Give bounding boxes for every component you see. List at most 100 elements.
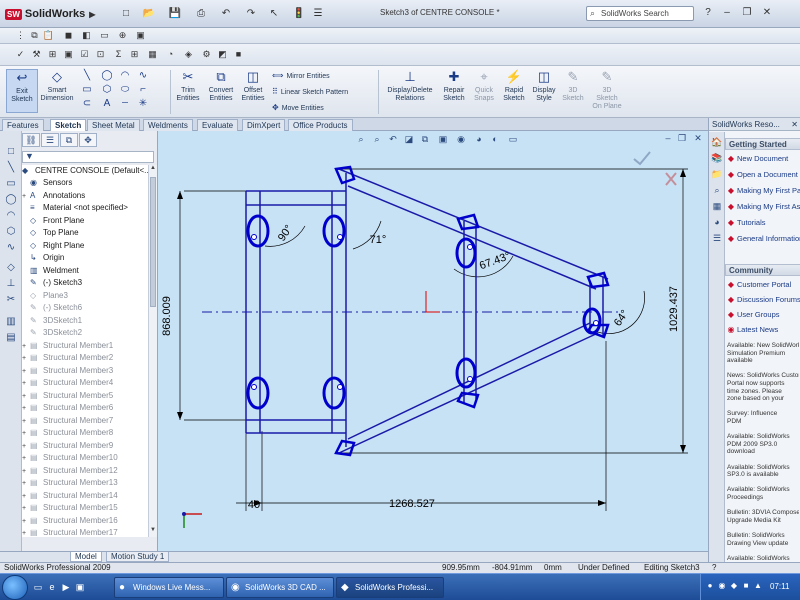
tab-dimxpert[interactable]: DimXpert bbox=[242, 119, 286, 131]
tree-expand-icon[interactable]: + bbox=[22, 391, 30, 403]
scroll-down-icon[interactable]: ▼ bbox=[149, 527, 157, 536]
tree-expand-icon[interactable]: + bbox=[22, 366, 30, 378]
dimension-tool-icon[interactable]: ◇ bbox=[4, 261, 18, 275]
relation-tool-icon[interactable]: ⊥ bbox=[4, 277, 18, 291]
tree-item[interactable]: + ▤ Structural Member4 bbox=[22, 377, 113, 389]
tree-item[interactable]: + ▤ Structural Member3 bbox=[22, 365, 113, 377]
polygon-tool-icon[interactable]: ⬡ bbox=[4, 225, 18, 239]
feature-manager-tab-icon[interactable]: ⛓ bbox=[22, 133, 40, 147]
exit-sketch-button[interactable]: ↩ Exit Sketch bbox=[6, 69, 38, 113]
dimension-angle-67[interactable]: 67.43° bbox=[478, 250, 512, 272]
media-icon[interactable]: ▶ bbox=[60, 581, 72, 593]
tree-expand-icon[interactable]: + bbox=[22, 378, 30, 390]
drawing-icon[interactable]: ▭ bbox=[98, 29, 111, 42]
circle-tool-icon[interactable]: ◯ bbox=[4, 193, 18, 207]
news-line[interactable]: zone based on your bbox=[727, 395, 799, 403]
tree-item[interactable]: ✎ 3DSketch2 bbox=[22, 327, 82, 339]
structural-tool-icon[interactable]: ▤ bbox=[4, 331, 18, 345]
equations-icon[interactable]: Σ bbox=[112, 48, 125, 61]
news-line[interactable]: Available: SolidWorks bbox=[727, 555, 799, 562]
open-icon[interactable]: 📂 bbox=[141, 6, 157, 21]
property-manager-tab-icon[interactable]: ☰ bbox=[41, 133, 59, 147]
custom-properties-tab-icon[interactable]: ☰ bbox=[711, 232, 723, 244]
confirm-sketch-icon[interactable] bbox=[633, 151, 651, 166]
browser-icon[interactable]: e bbox=[46, 581, 58, 593]
taskbar-solidworks-3d-cad[interactable]: ◉ SolidWorks 3D CAD ... bbox=[226, 577, 334, 598]
dimension-width-large[interactable]: 1268.527 bbox=[389, 498, 435, 510]
redo-icon[interactable]: ↷ bbox=[243, 6, 259, 21]
general-information-link[interactable]: ◆ General Information bbox=[725, 233, 800, 245]
rectangle-icon[interactable]: ▭ bbox=[80, 84, 94, 96]
rebuild-icon[interactable]: 🚦 bbox=[291, 6, 307, 21]
member-joints[interactable] bbox=[334, 165, 610, 457]
dimension-right-height[interactable]: 1029.437 bbox=[668, 286, 680, 332]
tree-expand-icon[interactable]: + bbox=[22, 191, 30, 203]
sketch-tool-icon[interactable]: □ bbox=[4, 145, 18, 159]
rapid-sketch-button[interactable]: ⚡ Rapid Sketch bbox=[500, 69, 528, 103]
sketch-fillet-icon[interactable]: ⌐ bbox=[136, 84, 150, 96]
tree-expand-icon[interactable]: + bbox=[22, 403, 30, 415]
tree-scrollbar[interactable]: ▲ ▼ bbox=[148, 165, 157, 537]
tutorials-link[interactable]: ◆ Tutorials bbox=[725, 217, 800, 229]
minimize-button[interactable]: – bbox=[720, 6, 734, 20]
scroll-thumb[interactable] bbox=[150, 177, 156, 307]
view-icon[interactable]: ▣ bbox=[134, 29, 147, 42]
tree-item[interactable]: + ▤ Structural Member16 bbox=[22, 515, 118, 527]
tree-item[interactable]: ▥ Weldment bbox=[22, 265, 79, 277]
tree-item[interactable]: + ▤ Structural Member10 bbox=[22, 452, 118, 464]
community-section[interactable]: Community bbox=[725, 264, 800, 276]
new-document-icon[interactable]: □ bbox=[118, 6, 134, 21]
news-line[interactable]: available bbox=[727, 357, 799, 365]
taskbar-solidworks-professional[interactable]: ◆ SolidWorks Professi... bbox=[336, 577, 444, 598]
restore-button[interactable]: ❐ bbox=[740, 6, 754, 20]
check-icon[interactable]: ☑ bbox=[78, 48, 91, 61]
configuration-manager-tab-icon[interactable]: ⧉ bbox=[60, 133, 78, 147]
tab-features[interactable]: Features bbox=[2, 119, 44, 131]
cancel-sketch-icon[interactable] bbox=[665, 172, 677, 186]
graphics-area[interactable]: ⌕ ⌕ ↶ ◪ ⧉ ▣ ◉ ◕ ◐ ▭ – ❐ ✕ 868.009 1029.4… bbox=[158, 131, 708, 551]
mass-properties-icon[interactable]: ▣ bbox=[62, 48, 75, 61]
scroll-up-icon[interactable]: ▲ bbox=[149, 165, 157, 174]
tree-expand-icon[interactable]: + bbox=[22, 441, 30, 453]
line-tool-icon[interactable]: ╲ bbox=[4, 161, 18, 175]
quick-snaps-button[interactable]: ⌖ Quick Snaps bbox=[470, 69, 498, 103]
measure-icon[interactable]: ⊞ bbox=[46, 48, 59, 61]
circle-icon[interactable]: ◯ bbox=[100, 70, 114, 82]
tree-item[interactable]: ≡ Material <not specified> bbox=[22, 202, 128, 214]
tree-item[interactable]: + ▤ Structural Member17 bbox=[22, 527, 118, 537]
discussion-forums-link[interactable]: ◆ Discussion Forums bbox=[725, 294, 800, 306]
tree-item[interactable]: + A Annotations bbox=[22, 190, 85, 202]
confirmation-corner[interactable] bbox=[633, 151, 677, 186]
status-help-icon[interactable]: ? bbox=[712, 563, 716, 573]
tab-sheet-metal[interactable]: Sheet Metal bbox=[87, 119, 140, 131]
tray-app-icon[interactable]: ● bbox=[705, 581, 715, 591]
open-document-link[interactable]: ◆ Open a Document bbox=[725, 169, 800, 181]
dimxpert-manager-tab-icon[interactable]: ✥ bbox=[79, 133, 97, 147]
news-line[interactable]: Proceedings bbox=[727, 494, 799, 502]
tree-expand-icon[interactable]: + bbox=[22, 528, 30, 537]
part-icon[interactable]: ◼ bbox=[62, 29, 75, 42]
first-part-link[interactable]: ◆ Making My First Part bbox=[725, 185, 800, 197]
smart-dimension-button[interactable]: ◇ Smart Dimension bbox=[38, 69, 76, 103]
copy-icon[interactable]: ⧉ bbox=[28, 29, 41, 42]
tree-item[interactable]: ↳ Origin bbox=[22, 252, 64, 264]
arc-icon[interactable]: ◠ bbox=[118, 70, 132, 82]
undo-icon[interactable]: ↶ bbox=[218, 6, 234, 21]
dimension-angle-64[interactable]: 64° bbox=[612, 308, 631, 329]
tree-filter[interactable]: ▼ bbox=[22, 151, 154, 163]
tree-item[interactable]: ◇ Plane3 bbox=[22, 290, 68, 302]
getting-started-section[interactable]: Getting Started bbox=[725, 138, 800, 150]
clock[interactable]: 07:11 bbox=[770, 582, 789, 591]
save-icon[interactable]: 💾 bbox=[167, 6, 183, 21]
tab-evaluate[interactable]: Evaluate bbox=[197, 119, 239, 131]
rectangle-tool-icon[interactable]: ▭ bbox=[4, 177, 18, 191]
dimension-angle-90[interactable]: 90° bbox=[276, 223, 295, 244]
search-input[interactable]: ⌕ SolidWorks Search bbox=[586, 6, 694, 21]
ellipse-icon[interactable]: ⬭ bbox=[118, 84, 132, 96]
show-desktop-icon[interactable]: ▭ bbox=[32, 581, 44, 593]
linear-sketch-pattern-button[interactable]: ⠿ Linear Sketch Pattern bbox=[272, 87, 348, 96]
tree-expand-icon[interactable]: + bbox=[22, 428, 30, 440]
tree-item[interactable]: + ▤ Structural Member14 bbox=[22, 490, 118, 502]
latest-news-link[interactable]: ◉ Latest News bbox=[725, 324, 800, 336]
options-icon[interactable]: ☰ bbox=[310, 6, 326, 21]
